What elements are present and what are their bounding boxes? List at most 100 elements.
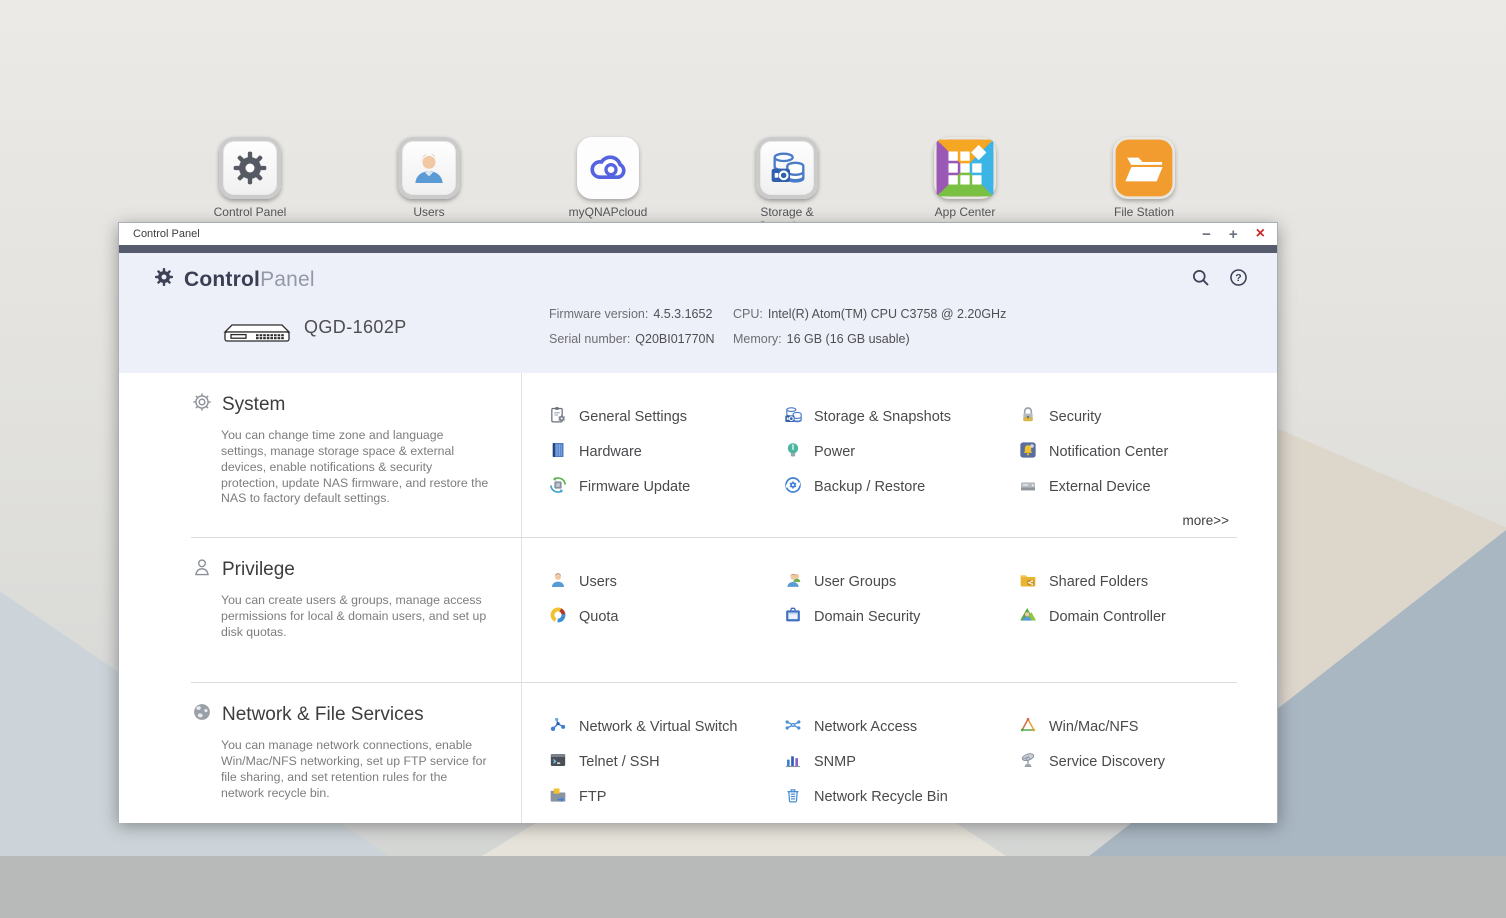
gear-outline-icon [191,391,213,418]
ftp-icon [548,785,568,810]
maximize-button[interactable]: + [1229,227,1238,242]
firmware-value: 4.5.3.1652 [653,307,712,321]
item-snmp[interactable]: SNMP [783,752,1018,772]
item-general-settings[interactable]: General Settings [548,407,783,427]
item-label: Security [1049,409,1101,425]
desktop-icon-storage-snapshots[interactable]: Storage & Snapshots [737,137,837,233]
section-column: Shared Folders Domain Controller [1018,572,1253,682]
device-info-right: CPU:Intel(R) Atom(TM) CPU C3758 @ 2.20GH… [733,307,1006,357]
section-column: User Groups Domain Security [783,572,1018,682]
desktop-icon-app-center[interactable]: App Center [915,137,1015,219]
storage-snapshots-icon[interactable] [756,137,818,199]
item-shared-folders[interactable]: Shared Folders [1018,572,1253,592]
network-access-icon [783,715,803,740]
item-service-discovery[interactable]: Service Discovery [1018,752,1253,772]
item-ftp[interactable]: FTP [548,787,783,807]
control-panel-icon[interactable] [219,137,281,199]
item-label: Network & Virtual Switch [579,719,737,735]
desktop-icon-label: myQNAPcloud [558,205,658,219]
file-station-icon[interactable] [1113,137,1175,199]
section-column: Network & Virtual Switch Telnet / SSH FTP [548,717,783,823]
users-avatar-icon[interactable] [398,137,460,199]
minimize-button[interactable]: − [1202,227,1211,242]
item-network-access[interactable]: Network Access [783,717,1018,737]
window-header: ControlPanel ? QGD-1602P Firmware versio… [119,253,1277,373]
item-users[interactable]: Users [548,572,783,592]
section-column: Win/Mac/NFS Service Discovery [1018,717,1253,823]
help-icon[interactable]: ? [1228,267,1249,293]
item-label: SNMP [814,754,856,770]
item-label: Telnet / SSH [579,754,660,770]
section-privilege: PrivilegeYou can create users & groups, … [119,538,1277,682]
desktop-icon-label: Control Panel [200,205,300,219]
item-label: Users [579,574,617,590]
desktop-icon-label: Users [379,205,479,219]
firmware-label: Firmware version: [549,307,648,321]
firmware-update-icon [548,475,568,500]
user-groups-icon [783,570,803,595]
item-label: Storage & Snapshots [814,409,951,425]
section-description: You can change time zone and language se… [221,428,491,507]
section-title: Privilege [222,559,295,581]
item-network-recycle-bin[interactable]: Network Recycle Bin [783,787,1018,807]
item-user-groups[interactable]: User Groups [783,572,1018,592]
item-notification-center[interactable]: Notification Center [1018,442,1253,462]
person-outline-icon [191,556,213,583]
item-external-device[interactable]: External Device [1018,477,1253,497]
desktop-icon-row: Control Panel Users myQNAPcloud Storage & S… [0,0,1506,240]
globe-icon [191,701,213,728]
backup-restore-icon [783,475,803,500]
item-domain-controller[interactable]: Domain Controller [1018,607,1253,627]
search-icon[interactable] [1190,267,1211,293]
item-label: Hardware [579,444,642,460]
item-label: User Groups [814,574,896,590]
device-model: QGD-1602P [304,317,407,338]
item-label: Firmware Update [579,479,690,495]
desktop-icon-control-panel[interactable]: Control Panel [200,137,300,219]
storage-snapshots-sm-icon [783,405,803,430]
quota-donut-icon [548,605,568,630]
item-label: Quota [579,609,619,625]
item-label: Network Recycle Bin [814,789,948,805]
window-title: Control Panel [133,228,1202,240]
item-network-virtual-switch[interactable]: Network & Virtual Switch [548,717,783,737]
item-power[interactable]: Power [783,442,1018,462]
desktop-icon-users[interactable]: Users [379,137,479,219]
qnap-cloud-icon[interactable] [577,137,639,199]
window-titlebar[interactable]: Control Panel − + × [119,223,1277,245]
item-label: Network Access [814,719,917,735]
item-backup-restore[interactable]: Backup / Restore [783,477,1018,497]
app-center-icon[interactable] [934,137,996,199]
close-button[interactable]: × [1256,226,1265,242]
app-title: ControlPanel [184,268,315,292]
item-firmware-update[interactable]: Firmware Update [548,477,783,497]
security-lock-icon [1018,405,1038,430]
section-column: Network Access SNMP Network Recycle Bin [783,717,1018,823]
shared-folders-icon [1018,570,1038,595]
section-items: General Settings Hardware Firmware Update S… [522,373,1253,537]
item-label: Notification Center [1049,444,1168,460]
device-info-left: Firmware version:4.5.3.1652 Serial numbe… [549,307,715,357]
user-icon [548,570,568,595]
nas-device-image [223,321,291,350]
item-telnet-ssh[interactable]: Telnet / SSH [548,752,783,772]
more-link[interactable]: more>> [1182,513,1229,528]
desktop-icon-label: App Center [915,205,1015,219]
control-panel-content: System You can change time zone and langu… [119,373,1277,823]
desktop-icon-file-station[interactable]: File Station [1094,137,1194,219]
control-panel-window: Control Panel − + × ControlPanel ? QGD-1… [118,222,1278,822]
section-description: You can manage network connections, enab… [221,738,491,801]
section-column: General Settings Hardware Firmware Update [548,407,783,537]
item-label: Shared Folders [1049,574,1148,590]
item-quota[interactable]: Quota [548,607,783,627]
desktop-icon-myqnapcloud[interactable]: myQNAPcloud [558,137,658,219]
service-discovery-icon [1018,750,1038,775]
section-title: System [222,394,285,416]
item-security[interactable]: Security [1018,407,1253,427]
item-win-mac-nfs[interactable]: Win/Mac/NFS [1018,717,1253,737]
section-column: Users Quota [548,572,783,682]
item-label: Domain Security [814,609,920,625]
item-domain-security[interactable]: Domain Security [783,607,1018,627]
item-hardware[interactable]: Hardware [548,442,783,462]
item-storage-snapshots[interactable]: Storage & Snapshots [783,407,1018,427]
